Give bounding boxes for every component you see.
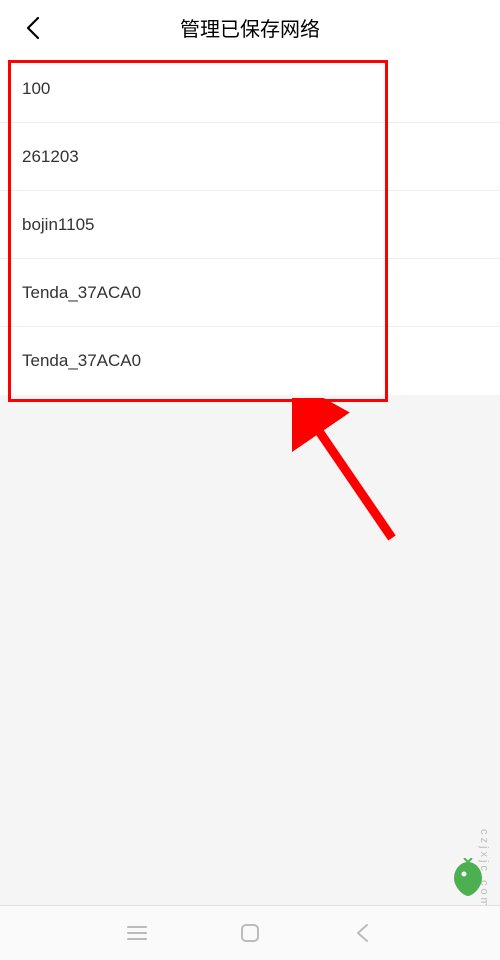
recents-button[interactable] bbox=[117, 913, 157, 953]
network-item[interactable]: 261203 bbox=[0, 123, 500, 191]
watermark-url: czjxjc.com bbox=[478, 829, 490, 910]
network-name: Tenda_37ACA0 bbox=[22, 283, 141, 303]
network-item[interactable]: 100 bbox=[0, 55, 500, 123]
saved-networks-list: 100 261203 bojin1105 Tenda_37ACA0 Tenda_… bbox=[0, 55, 500, 395]
header-bar: 管理已保存网络 bbox=[0, 0, 500, 55]
back-nav-button[interactable] bbox=[343, 913, 383, 953]
network-name: 261203 bbox=[22, 147, 79, 167]
chevron-left-icon bbox=[26, 16, 40, 40]
square-icon bbox=[239, 922, 261, 944]
home-button[interactable] bbox=[230, 913, 270, 953]
network-name: Tenda_37ACA0 bbox=[22, 351, 141, 371]
back-button[interactable] bbox=[18, 13, 48, 43]
network-item[interactable]: bojin1105 bbox=[0, 191, 500, 259]
network-item[interactable]: Tenda_37ACA0 bbox=[0, 327, 500, 395]
menu-icon bbox=[126, 924, 148, 942]
annotation-arrow bbox=[292, 398, 412, 558]
page-title: 管理已保存网络 bbox=[0, 13, 500, 42]
network-name: bojin1105 bbox=[22, 215, 94, 235]
network-item[interactable]: Tenda_37ACA0 bbox=[0, 259, 500, 327]
chevron-left-icon bbox=[354, 922, 372, 944]
screen: 管理已保存网络 100 261203 bojin1105 Tenda_37ACA… bbox=[0, 0, 500, 960]
system-navbar bbox=[0, 905, 500, 960]
network-name: 100 bbox=[22, 79, 50, 99]
